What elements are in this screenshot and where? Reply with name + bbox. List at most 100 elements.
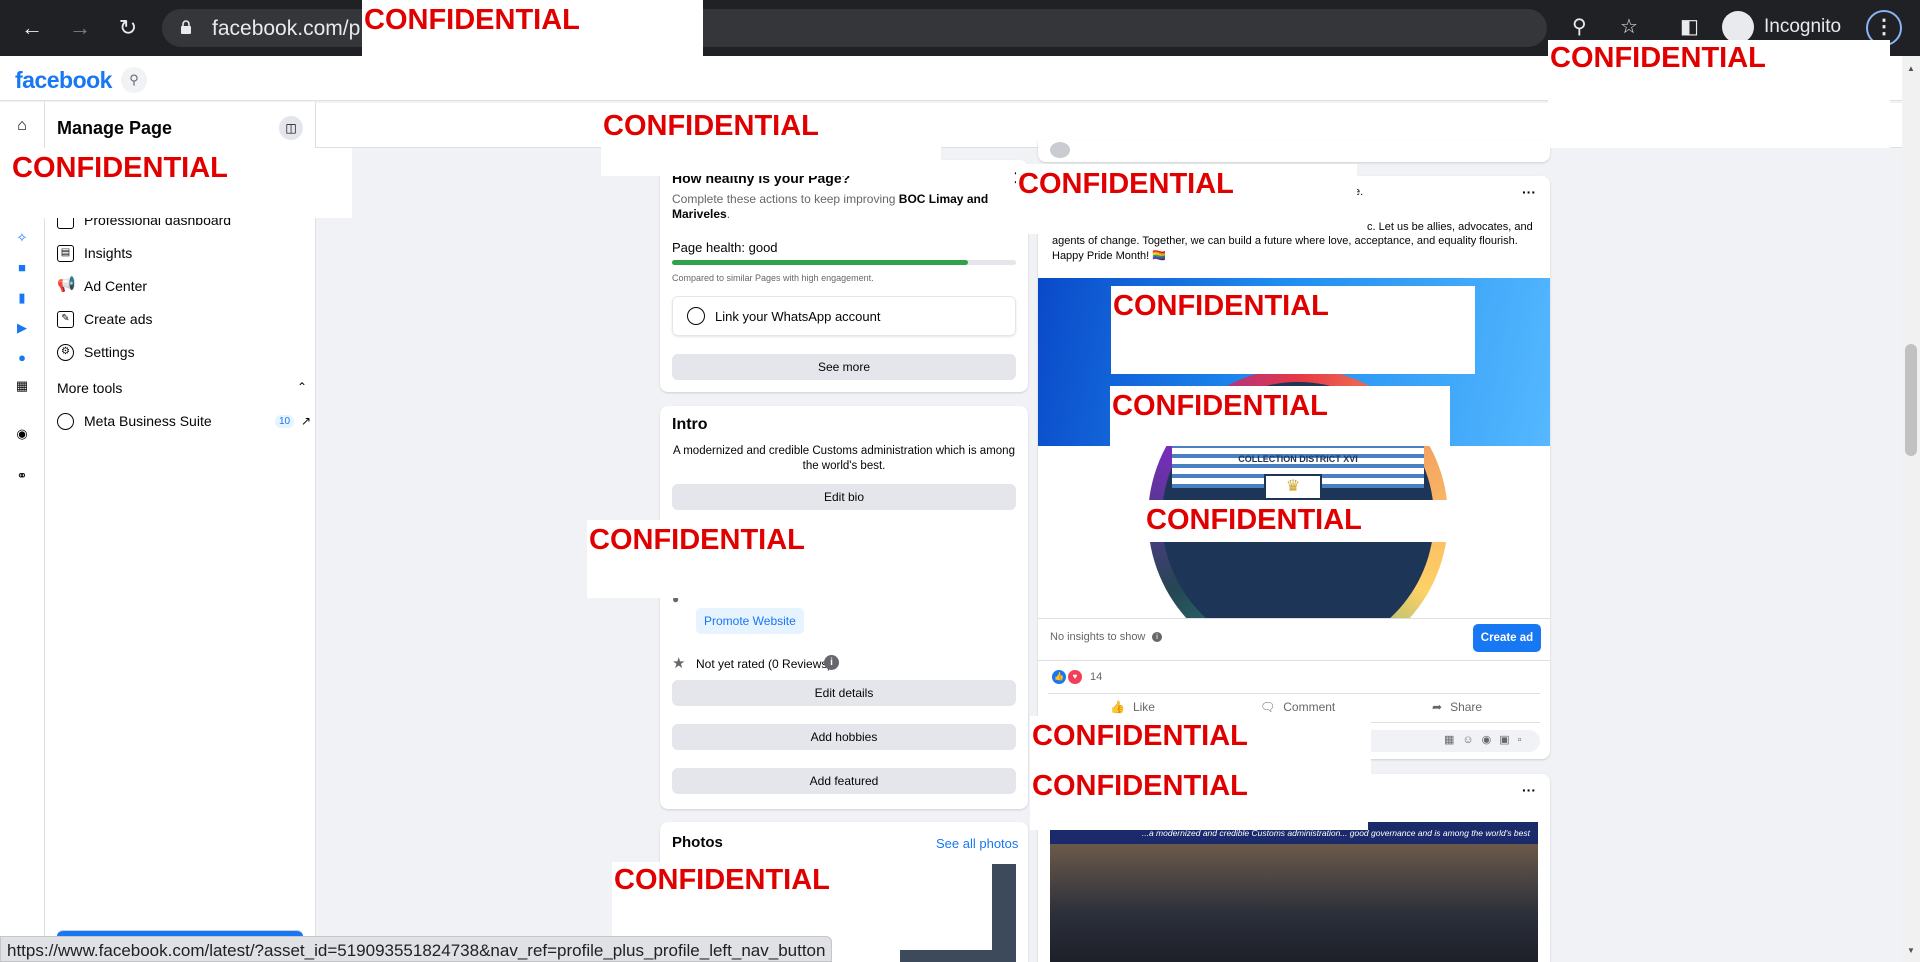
create-ad-button[interactable]: Create ad — [1473, 624, 1541, 652]
like-button[interactable]: 👍 Like — [1110, 700, 1155, 714]
redacted-block: CONFIDENTIAL — [10, 148, 352, 218]
rail-grid-icon[interactable]: ▦ — [12, 376, 32, 396]
business-suite-icon — [57, 412, 74, 430]
left-rail: ⌂ ✧ ■ ▮ ▶ ● ▦ ◉ ⚭ — [0, 102, 45, 962]
bookmark-star-icon[interactable]: ☆ — [1620, 14, 1638, 39]
like-reaction-icon: 👍 — [1052, 670, 1066, 684]
previous-post-footer — [1038, 140, 1550, 162]
side-panel-icon[interactable]: ◧ — [1680, 14, 1699, 39]
post-options-icon[interactable]: ··· — [1522, 782, 1536, 798]
redacted-block: CONFIDENTIAL — [1548, 40, 1890, 148]
comment-button[interactable]: 🗨 Comment — [1260, 700, 1335, 714]
back-icon[interactable]: ← — [18, 14, 46, 42]
zoom-icon[interactable]: ⚲ — [1572, 14, 1587, 39]
seal-emblem-icon: ♛ — [1264, 474, 1322, 500]
menu-settings[interactable]: ⚙ Settings — [57, 340, 135, 364]
incognito-icon — [1722, 11, 1754, 43]
redacted-block: CONFIDENTIAL — [1110, 386, 1450, 446]
manage-page-panel: Manage Page ◫ Professional dashboard ▤ I… — [45, 102, 316, 962]
rail-app-icon[interactable]: ✧ — [12, 228, 32, 248]
redacted-block: CONFIDENTIAL — [587, 520, 929, 598]
rail-video-icon[interactable]: ▶ — [12, 318, 32, 338]
scrollbar-thumb[interactable] — [1905, 344, 1917, 456]
megaphone-icon: 📢 — [57, 275, 76, 293]
whatsapp-label: Link your WhatsApp account — [715, 308, 881, 324]
rail-link-icon[interactable]: ⚭ — [12, 466, 32, 486]
share-icon: ➦ — [1432, 700, 1443, 714]
gear-icon: ⚙ — [57, 343, 74, 361]
page-health-card: How healthy is your Page? ✕ Complete the… — [660, 160, 1029, 392]
insights-icon: ▤ — [57, 244, 74, 262]
menu-create-ads[interactable]: ✎ Create ads — [57, 307, 152, 331]
see-all-photos-link[interactable]: See all photos — [936, 836, 1018, 851]
edit-details-button[interactable]: Edit details — [672, 680, 1016, 706]
chevron-up-icon: ⌃ — [296, 380, 307, 394]
incognito-profile[interactable]: Incognito — [1722, 10, 1841, 44]
rail-game-icon[interactable]: ● — [12, 348, 32, 368]
reactions-summary[interactable]: 👍 ♥ 14 — [1052, 670, 1102, 684]
search-icon[interactable]: ⚲ — [121, 67, 147, 93]
add-hobbies-button[interactable]: Add hobbies — [672, 724, 1016, 750]
edit-bio-button[interactable]: Edit bio — [672, 484, 1016, 510]
facebook-logo[interactable]: facebook — [15, 67, 112, 94]
health-progress-bar — [672, 260, 1016, 265]
share-button[interactable]: ➦ Share — [1432, 700, 1482, 714]
scroll-down-icon[interactable]: ▼ — [1907, 946, 1915, 955]
thumbs-up-icon: 👍 — [1110, 700, 1125, 714]
whatsapp-link-button[interactable]: Link your WhatsApp account — [672, 296, 1016, 336]
redacted-block: CONFIDENTIAL — [1030, 768, 1368, 830]
more-tools-toggle[interactable]: More tools ⌃ — [57, 380, 307, 396]
status-bar-url: https://www.facebook.com/latest/?asset_i… — [0, 936, 833, 962]
commenter-avatar — [1050, 142, 1070, 158]
post-text-line3: agents of change. Together, we can build… — [1052, 235, 1518, 247]
rating-text: Not yet rated (0 Reviews) — [696, 657, 832, 671]
star-icon: ★ — [672, 655, 686, 672]
reload-icon[interactable]: ↻ — [114, 14, 142, 42]
redacted-block: CONFIDENTIAL — [362, 0, 703, 58]
see-more-button[interactable]: See more — [672, 354, 1016, 380]
comment-icon: 🗨 — [1260, 700, 1276, 714]
redacted-block: CONFIDENTIAL — [1144, 500, 1456, 542]
menu-ad-center[interactable]: 📢 Ad Center — [57, 274, 147, 298]
forward-icon[interactable]: → — [66, 14, 94, 42]
promote-website-button[interactable]: Promote Website — [696, 608, 804, 634]
post-text-line4: Happy Pride Month! 🏳️‍🌈 — [1052, 250, 1166, 262]
info-icon[interactable]: i — [1152, 632, 1162, 642]
reaction-count: 14 — [1090, 671, 1103, 683]
home-icon[interactable]: ⌂ — [12, 116, 32, 136]
menu-label: Ad Center — [84, 278, 148, 294]
lock-icon — [181, 20, 191, 34]
menu-label: Insights — [84, 245, 133, 261]
post-options-icon[interactable]: ··· — [1522, 184, 1536, 200]
business-suite-label: Meta Business Suite — [84, 413, 212, 429]
add-featured-button[interactable]: Add featured — [672, 768, 1016, 794]
seal-text: COLLECTION DISTRICT XVI — [1238, 454, 1358, 464]
whatsapp-icon — [687, 307, 705, 325]
pencil-icon: ✎ — [57, 310, 74, 328]
rail-cube-icon[interactable]: ■ — [12, 258, 32, 278]
pride-post-card: ··· e. c. Let us be allies, advocates, a… — [1038, 176, 1550, 759]
meta-business-suite-link[interactable]: Meta Business Suite 10 ↗ — [57, 410, 311, 432]
scroll-up-icon[interactable]: ▲ — [1907, 64, 1915, 73]
menu-label: Create ads — [84, 311, 153, 327]
menu-label: Settings — [84, 344, 135, 360]
menu-insights[interactable]: ▤ Insights — [57, 241, 132, 265]
rail-chart-icon[interactable]: ▮ — [12, 288, 32, 308]
redacted-block: CONFIDENTIAL — [1016, 164, 1357, 234]
love-reaction-icon: ♥ — [1068, 670, 1082, 684]
comment-tools-icons[interactable]: ▦☺◉▣▫ — [1444, 733, 1530, 746]
info-icon[interactable]: i — [824, 655, 839, 670]
health-compare-note: Compared to similar Pages with high enga… — [672, 273, 874, 283]
rail-groups-icon[interactable]: ◉ — [12, 424, 32, 444]
photo-people-area — [1050, 844, 1538, 962]
page-scrollbar[interactable]: ▲ ▼ — [1902, 56, 1920, 962]
more-tools-label: More tools — [57, 380, 123, 396]
group-photo[interactable]: ...a modernized and credible Customs adm… — [1050, 822, 1538, 962]
external-link-icon: ↗ — [301, 414, 312, 428]
incognito-label: Incognito — [1764, 16, 1842, 37]
no-insights-text: No insights to show — [1050, 631, 1146, 643]
manage-page-title: Manage Page — [57, 118, 173, 138]
collapse-panel-icon[interactable]: ◫ — [279, 116, 303, 140]
intro-title: Intro — [672, 416, 708, 433]
notification-badge: 10 — [275, 414, 295, 428]
